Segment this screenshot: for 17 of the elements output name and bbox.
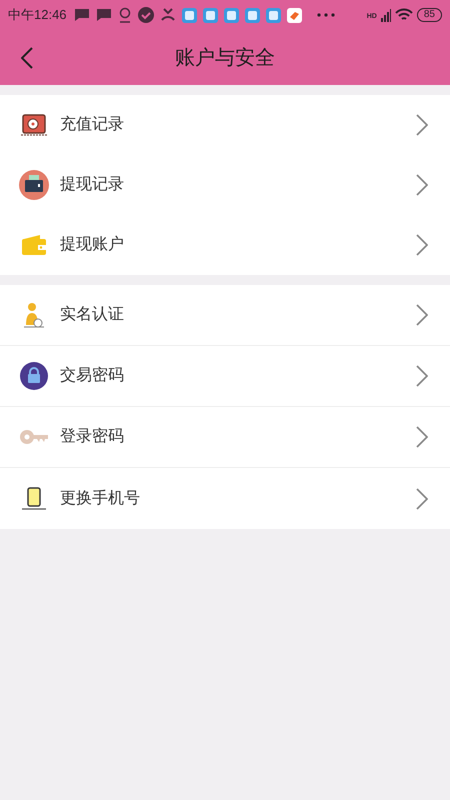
- menu-item[interactable]: 提现记录: [0, 155, 450, 215]
- menu-item[interactable]: 充值记录: [0, 95, 450, 155]
- battery-level: 85: [416, 8, 442, 22]
- menu-label: 充值记录: [60, 114, 124, 135]
- menu-item[interactable]: 提现账户: [0, 215, 450, 275]
- menu-label: 提现记录: [60, 175, 124, 195]
- menu-item[interactable]: 交易密码: [0, 346, 450, 407]
- menu-label: 登录密码: [60, 426, 124, 447]
- menu-label: 提现账户: [60, 234, 124, 255]
- menu-label: 实名认证: [60, 304, 124, 325]
- page-title: 账户与安全: [175, 46, 275, 70]
- menu-item[interactable]: 登录密码: [0, 407, 450, 468]
- menu-item[interactable]: 实名认证: [0, 285, 450, 346]
- menu-item[interactable]: 更换手机号: [0, 468, 450, 529]
- status-time: 中午12:46: [8, 6, 67, 24]
- menu-label: 交易密码: [60, 366, 124, 386]
- menu-label: 更换手机号: [60, 488, 140, 508]
